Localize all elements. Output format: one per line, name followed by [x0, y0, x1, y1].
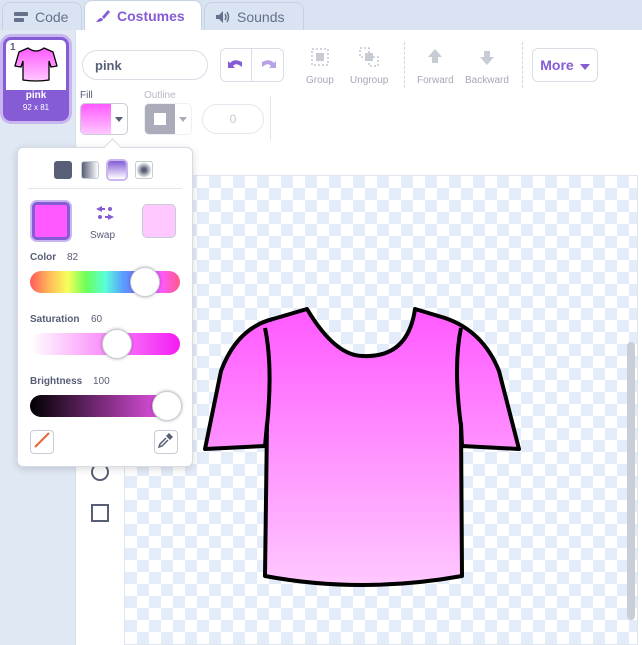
costume-name-input[interactable] — [82, 50, 208, 80]
tab-costumes[interactable]: Costumes — [84, 0, 202, 30]
color-slider-label: Color — [30, 252, 57, 263]
undo-button[interactable] — [221, 49, 253, 81]
horizontal-gradient-mode[interactable] — [81, 161, 99, 179]
brightness-slider-handle[interactable] — [152, 391, 182, 421]
tab-sounds-label: Sounds — [237, 8, 285, 25]
backward-label: Backward — [465, 75, 509, 86]
color-picker-popup: Swap Color 82 Saturation 60 Brightness 1… — [17, 147, 193, 467]
group-label: Group — [306, 75, 334, 86]
ungroup-icon — [358, 46, 380, 71]
outline-color-button[interactable] — [144, 103, 192, 135]
undo-icon — [227, 56, 245, 75]
tab-sounds[interactable]: Sounds — [204, 2, 304, 30]
fill-label: Fill — [80, 90, 93, 101]
secondary-color-swatch[interactable] — [142, 204, 176, 238]
saturation-slider-label: Saturation — [30, 314, 80, 325]
group-button[interactable]: Group — [306, 46, 334, 86]
outline-label: Outline — [144, 90, 176, 101]
caret-down-icon — [111, 104, 127, 134]
eyedropper-button[interactable] — [154, 430, 178, 454]
tab-costumes-label: Costumes — [117, 7, 185, 24]
primary-color-swatch[interactable] — [32, 202, 70, 240]
costume-number: 1 — [10, 42, 16, 53]
outline-color-preview — [145, 104, 175, 134]
costume-tile[interactable]: 1 pink 92 x 81 — [3, 37, 69, 121]
forward-label: Forward — [417, 75, 454, 86]
tab-code[interactable]: Code — [2, 2, 82, 30]
brightness-slider-value: 100 — [93, 376, 110, 387]
color-slider-handle[interactable] — [130, 267, 160, 297]
redo-button[interactable] — [252, 49, 283, 81]
group-icon — [309, 46, 331, 71]
no-color-icon — [32, 430, 52, 455]
saturation-slider-value: 60 — [91, 314, 103, 325]
fill-color-button[interactable] — [80, 103, 128, 135]
backward-button[interactable]: Backward — [465, 46, 509, 86]
color-slider-value: 82 — [67, 252, 79, 263]
costume-name: pink — [25, 90, 47, 101]
rectangle-tool-icon[interactable] — [90, 503, 110, 523]
caret-down-icon — [579, 57, 590, 73]
forward-icon — [424, 46, 446, 71]
ungroup-button[interactable]: Ungroup — [350, 46, 388, 86]
ungroup-label: Ungroup — [350, 75, 389, 86]
costume-size: 92 x 81 — [22, 103, 50, 112]
radial-gradient-mode[interactable] — [135, 161, 153, 179]
brightness-slider-label: Brightness — [30, 376, 83, 387]
vertical-gradient-mode[interactable] — [108, 161, 126, 179]
toolbar-separator — [270, 96, 271, 140]
more-button[interactable]: More — [532, 48, 598, 82]
editor-tabs: Code Costumes Sounds — [0, 0, 642, 30]
code-icon — [13, 10, 29, 24]
speaker-icon — [215, 10, 231, 24]
fill-color-preview — [81, 104, 111, 134]
outline-width-input[interactable]: 0 — [202, 104, 264, 134]
paint-canvas[interactable] — [124, 175, 638, 645]
undo-redo-group — [220, 48, 284, 82]
saturation-slider-handle[interactable] — [102, 329, 132, 359]
canvas-scrollbar[interactable] — [627, 342, 635, 620]
eyedropper-icon — [157, 431, 175, 454]
redo-icon — [259, 56, 277, 75]
backward-icon — [476, 46, 498, 71]
solid-fill-mode[interactable] — [54, 161, 72, 179]
more-label: More — [540, 57, 574, 73]
no-color-button[interactable] — [30, 430, 54, 454]
caret-down-icon — [175, 104, 191, 134]
toolbar-divider — [404, 42, 405, 88]
toolbar-divider — [522, 42, 523, 88]
popup-divider — [28, 188, 182, 189]
brush-icon — [95, 9, 111, 23]
swap-icon[interactable] — [94, 203, 116, 228]
swap-label: Swap — [90, 230, 116, 241]
tab-code-label: Code — [35, 8, 69, 25]
forward-button[interactable]: Forward — [417, 46, 454, 86]
tshirt-drawing[interactable] — [125, 176, 638, 645]
